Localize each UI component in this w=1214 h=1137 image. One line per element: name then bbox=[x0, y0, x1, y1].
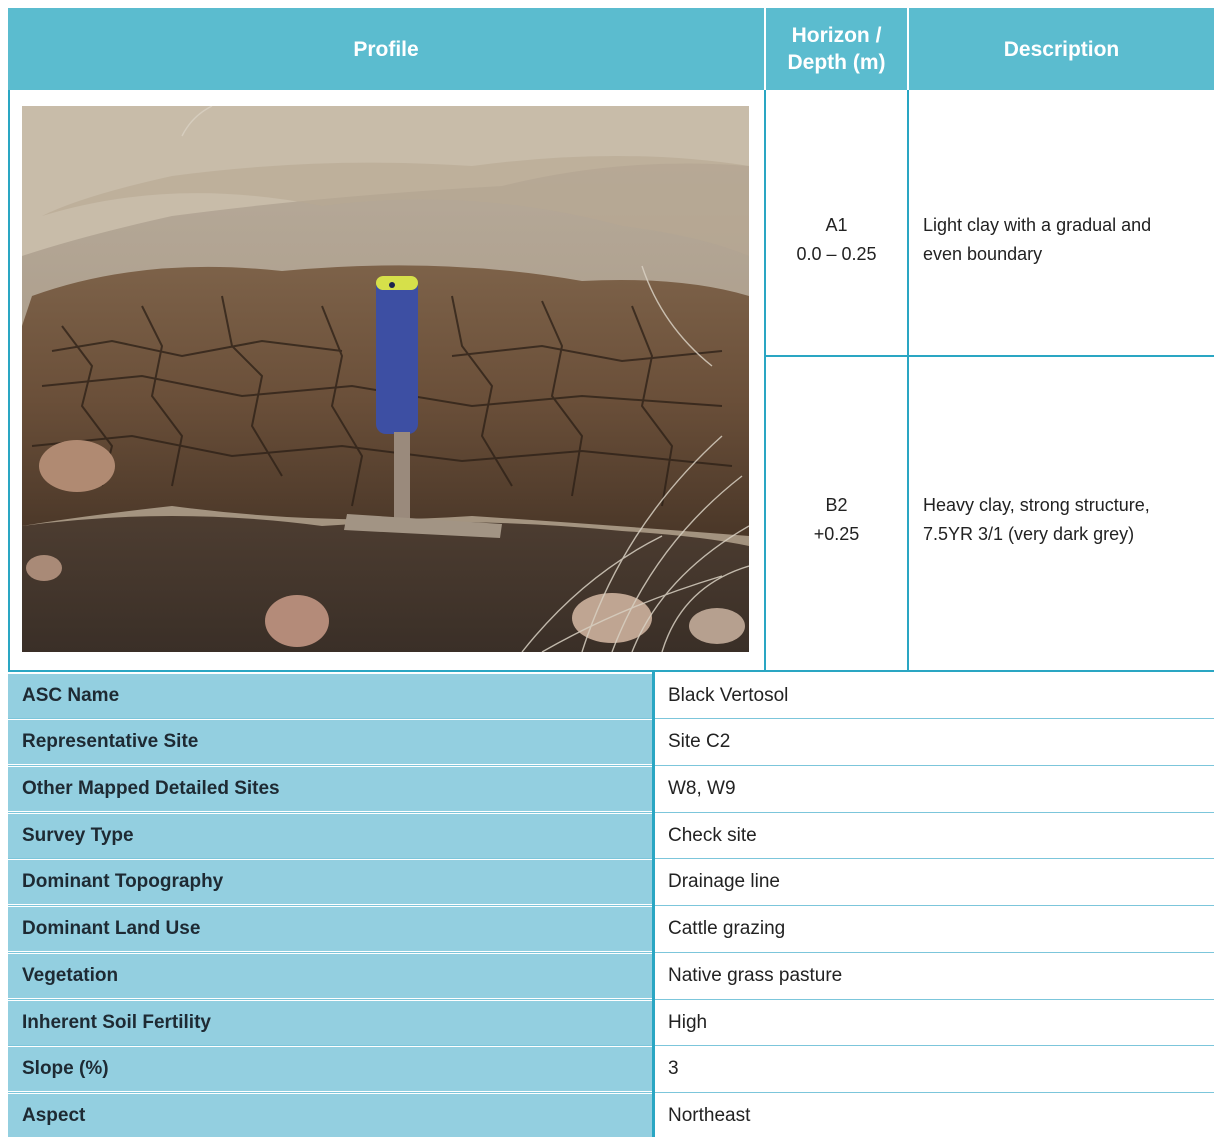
property-label-survey-type: Survey Type bbox=[8, 814, 652, 858]
property-label-asc-name: ASC Name bbox=[8, 674, 652, 718]
header-horizon-line2: Depth (m) bbox=[787, 51, 886, 74]
row-separator bbox=[8, 1045, 1214, 1046]
row-separator bbox=[8, 812, 1214, 813]
soil-profile-photo bbox=[22, 106, 749, 652]
property-value-soil-fertility: High bbox=[655, 1001, 1214, 1045]
horizon-b2-description-line2: 7.5YR 3/1 (very dark grey) bbox=[923, 524, 1135, 544]
property-value-slope: 3 bbox=[655, 1047, 1214, 1091]
header-horizon-depth: Horizon / Depth (m) bbox=[766, 8, 907, 90]
property-value-other-mapped-sites: W8, W9 bbox=[655, 767, 1214, 811]
property-label-aspect: Aspect bbox=[8, 1094, 652, 1137]
horizon-b2-cell: B2 +0.25 bbox=[766, 440, 907, 600]
horizon-a1-depth: 0.0 – 0.25 bbox=[796, 244, 877, 264]
row-separator bbox=[8, 1092, 1214, 1093]
row-separator bbox=[8, 718, 1214, 719]
horizon-a1-name: A1 bbox=[825, 215, 848, 235]
property-label-dominant-topography: Dominant Topography bbox=[8, 860, 652, 904]
profile-frame-left bbox=[8, 90, 10, 670]
property-value-dominant-topography: Drainage line bbox=[655, 860, 1214, 904]
property-value-representative-site: Site C2 bbox=[655, 720, 1214, 764]
row-separator bbox=[8, 765, 1214, 766]
property-value-asc-name: Black Vertosol bbox=[655, 674, 1214, 718]
property-label-soil-fertility: Inherent Soil Fertility bbox=[8, 1001, 652, 1045]
property-label-vegetation: Vegetation bbox=[8, 954, 652, 998]
row-separator bbox=[8, 999, 1214, 1000]
soil-profile-sheet: Profile Horizon / Depth (m) Description bbox=[0, 0, 1214, 1137]
property-value-vegetation: Native grass pasture bbox=[655, 954, 1214, 998]
horizon-b2-description: Heavy clay, strong structure, 7.5YR 3/1 … bbox=[909, 440, 1214, 600]
horizon-row-divider bbox=[764, 355, 1214, 357]
property-value-aspect: Northeast bbox=[655, 1094, 1214, 1137]
property-label-other-mapped-sites: Other Mapped Detailed Sites bbox=[8, 767, 652, 811]
horizon-b2-description-line1: Heavy clay, strong structure, bbox=[923, 495, 1150, 515]
header-horizon-line1: Horizon / bbox=[791, 24, 882, 47]
horizon-a1-cell: A1 0.0 – 0.25 bbox=[766, 160, 907, 320]
property-value-dominant-land-use: Cattle grazing bbox=[655, 907, 1214, 951]
header-description: Description bbox=[909, 8, 1214, 90]
horizon-a1-description-line2: even boundary bbox=[923, 244, 1043, 264]
property-label-representative-site: Representative Site bbox=[8, 720, 652, 764]
horizon-b2-name: B2 bbox=[825, 495, 848, 515]
row-separator bbox=[8, 905, 1214, 906]
property-column-divider bbox=[652, 672, 655, 1137]
property-label-dominant-land-use: Dominant Land Use bbox=[8, 907, 652, 951]
horizon-b2-depth: +0.25 bbox=[813, 524, 860, 544]
property-value-survey-type: Check site bbox=[655, 814, 1214, 858]
property-label-slope: Slope (%) bbox=[8, 1047, 652, 1091]
horizon-a1-description: Light clay with a gradual and even bound… bbox=[909, 160, 1214, 320]
property-table-top bbox=[8, 670, 1214, 672]
row-separator bbox=[8, 858, 1214, 859]
header-profile: Profile bbox=[8, 8, 764, 90]
row-separator bbox=[8, 952, 1214, 953]
horizon-a1-description-line1: Light clay with a gradual and bbox=[923, 215, 1152, 235]
